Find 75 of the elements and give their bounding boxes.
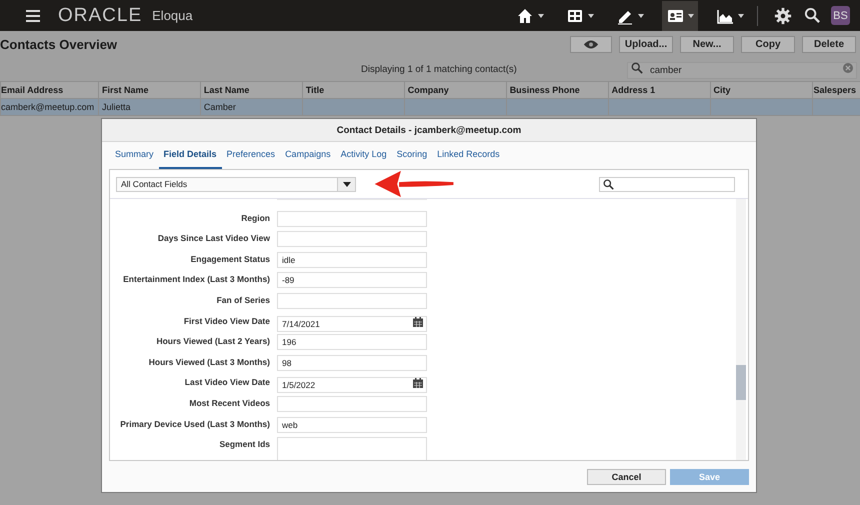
toolbar-button[interactable]: New... [680,36,734,53]
user-avatar[interactable]: BS [831,6,850,25]
preview-button[interactable] [570,36,612,53]
date-field[interactable]: 7/14/2021 [277,316,427,332]
table-cell: camberk@meetup.com [2,102,94,112]
input-field[interactable]: 98 [277,354,427,371]
input-field[interactable] [277,396,427,412]
field-label: Engagement Status [190,252,270,264]
product-name: Eloqua [152,8,193,23]
column-header[interactable]: City [710,82,812,98]
search-icon [631,62,643,74]
input-field[interactable] [277,231,427,248]
dialog-button[interactable]: Cancel [587,468,666,484]
column-header[interactable]: Address 1 [608,82,710,98]
field-label: Fan of Series [216,294,270,305]
input-field[interactable]: web [277,416,427,433]
table-row[interactable]: camberk@meetup.com Julietta Camber [0,98,860,116]
field-label: Hours Viewed (Last 3 Months) [148,356,270,367]
caret-icon [538,14,544,18]
search-field[interactable]: camber [627,62,857,79]
clear-icon [843,63,853,73]
tab[interactable]: Campaigns [280,146,336,169]
field-label: First Video View Date [182,314,270,326]
tab[interactable]: Summary [110,146,159,169]
table-cell: Camber [204,102,236,112]
input-field[interactable]: -89 [277,272,427,288]
column-header[interactable]: Last Name [200,82,302,98]
field-label: Last Video View Date [184,376,270,388]
menu-icon [26,10,40,22]
search-icon [804,7,821,24]
brand-logo: ORACLE [58,4,142,26]
scrollbar-thumb[interactable] [736,365,746,400]
input-field[interactable] [277,292,427,309]
column-header[interactable]: Title [302,82,404,98]
caret-icon [688,14,694,18]
column-header[interactable]: First Name [98,82,200,98]
tab[interactable]: Scoring [392,146,432,169]
field-label: Most Recent Videos [188,396,270,408]
menu-button[interactable] [26,10,40,22]
caret-icon [588,14,594,18]
search-icon [603,178,614,190]
column-header[interactable]: Salespers [812,82,860,98]
field-filter-dropdown[interactable]: All Contact Fields [116,176,356,192]
input-field[interactable] [277,210,427,227]
calendar-icon [413,378,423,388]
eye-icon [583,39,599,50]
field-search-field[interactable] [599,176,735,192]
input-field[interactable]: idle [277,252,427,268]
tab[interactable]: Activity Log [336,146,392,169]
field-label: Primary Device Used (Last 3 Months) [119,418,270,429]
caret-icon [638,14,644,18]
column-header[interactable]: Company [404,82,506,98]
results-count: Displaying 1 of 1 matching contact(s) [361,64,517,75]
calendar-icon [413,316,423,327]
column-header[interactable]: Email Address [0,82,98,98]
tab[interactable]: Preferences [222,146,280,169]
house-icon [516,6,534,24]
field-label: Segment Ids [218,438,270,450]
input-field[interactable]: 196 [277,334,427,350]
column-header[interactable]: Business Phone [506,82,608,98]
toolbar-button[interactable]: Copy [741,36,795,53]
field-label: Days Since Last Video View [156,232,270,244]
date-field[interactable]: 1/5/2022 [277,377,427,394]
field-label: Region [240,212,270,223]
field-label: Entertainment Index (Last 3 Months) [122,273,270,284]
dialog-title: Contact Details - jcamberk@meetup.com [102,119,756,142]
field-label: Hours Viewed (Last 2 Years) [155,335,270,346]
caret-icon [738,14,744,18]
nav-menu-button[interactable] [662,0,698,30]
caret-icon [342,182,350,186]
page-title: Contacts Overview [0,37,118,52]
table-cell: Julietta [102,102,131,112]
toolbar-button[interactable]: Delete [802,36,856,53]
toolbar-button[interactable]: Upload... [619,36,673,53]
tab[interactable]: Linked Records [432,146,505,169]
